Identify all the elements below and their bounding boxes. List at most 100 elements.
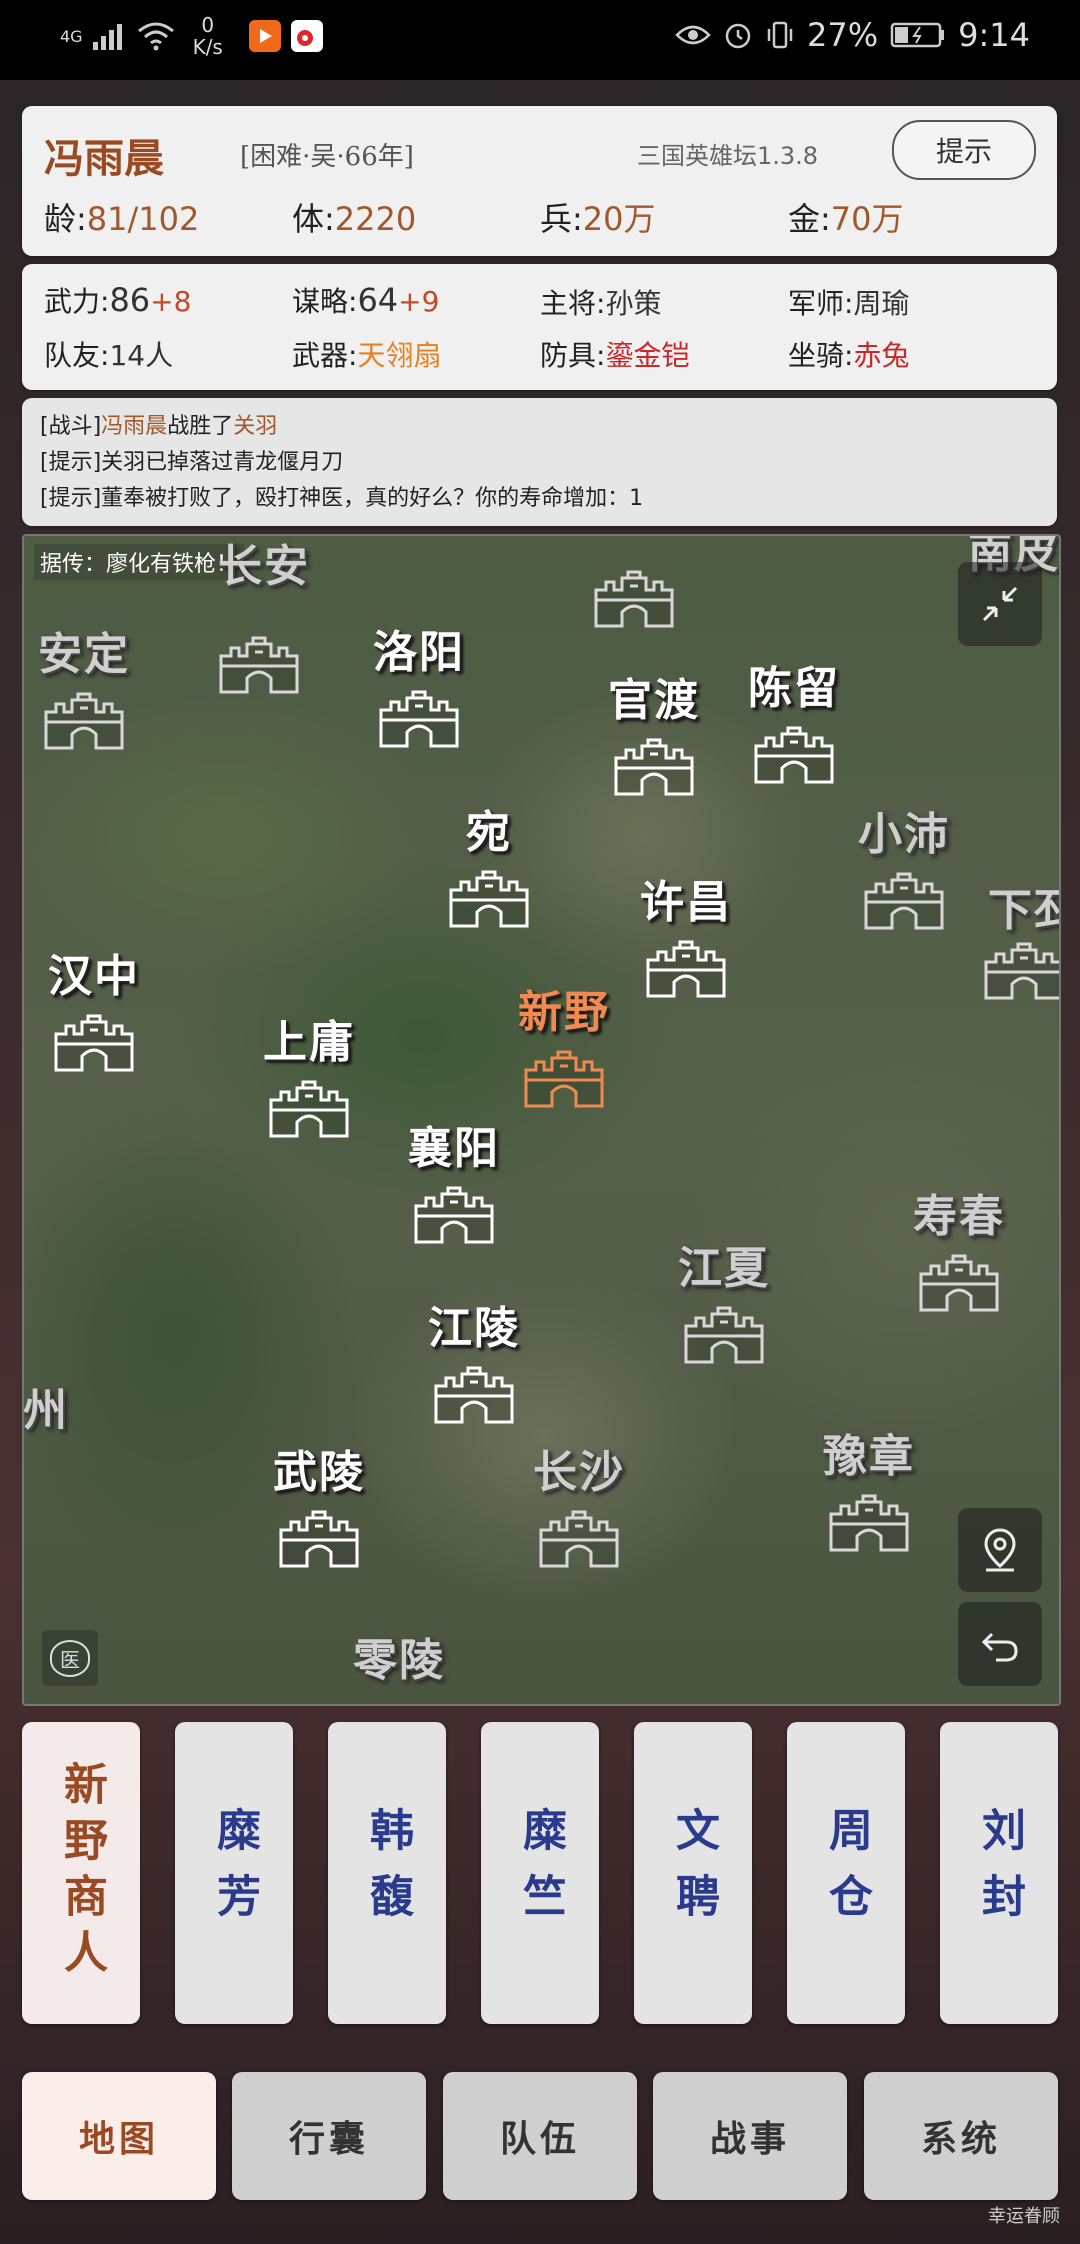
- city-yuzhang[interactable]: 豫章: [823, 1420, 915, 1552]
- signal-icon: [92, 24, 122, 50]
- age-stat: 龄:81/102: [44, 200, 200, 238]
- signal-label: 4G: [60, 26, 83, 46]
- fort-icon: [752, 724, 836, 784]
- force-stat: 武力:86+8: [44, 281, 192, 319]
- alarm-icon: [725, 23, 751, 49]
- attributes-panel: 武力:86+8 谋略:64+9 主将:孙策 军师:周瑜 队友:14人 武器:天翎…: [22, 264, 1057, 390]
- advisor-stat: 军师:周瑜: [788, 287, 910, 320]
- wifi-icon: [137, 22, 174, 51]
- city-luoyang[interactable]: 洛阳: [373, 616, 465, 748]
- npc-card[interactable]: 新野商人: [22, 1722, 140, 2024]
- gold-value: 70万: [830, 200, 904, 238]
- city-xuchang[interactable]: 许昌: [640, 866, 732, 998]
- fort-icon: [827, 1492, 911, 1552]
- npc-card[interactable]: 糜芳: [175, 1722, 293, 2024]
- city-jiangling[interactable]: 江陵: [428, 1292, 520, 1424]
- tab-team[interactable]: 队伍: [443, 2072, 637, 2200]
- fort-icon: [612, 736, 696, 796]
- npc-card[interactable]: 糜竺: [481, 1722, 599, 2024]
- locate-button[interactable]: [958, 1508, 1042, 1592]
- fort-icon: [412, 1184, 496, 1244]
- weapon-stat: 武器:天翎扇: [292, 339, 442, 372]
- city-wan[interactable]: 宛: [447, 796, 531, 928]
- npc-card[interactable]: 周仓: [787, 1722, 905, 2024]
- city-shouchun[interactable]: 寿春: [913, 1180, 1005, 1312]
- fort-icon: [277, 1508, 361, 1568]
- watermark: 幸运眷顾: [988, 2206, 1060, 2227]
- status-bar: 4G 0 K/s 27% 9:14: [0, 0, 1080, 80]
- collapse-map-button[interactable]: [958, 562, 1042, 646]
- collapse-icon: [982, 586, 1018, 622]
- soldiers-stat: 兵:20万: [540, 200, 656, 238]
- city-lingling[interactable]: 零陵: [353, 1624, 445, 1688]
- game-version: 三国英雄坛1.3.8: [637, 142, 819, 170]
- city-unnamed-top[interactable]: [592, 536, 676, 628]
- fort-icon: [522, 1048, 606, 1108]
- tab-war[interactable]: 战事: [653, 2072, 847, 2200]
- soldiers-value: 20万: [582, 200, 656, 238]
- city-wuling[interactable]: 武陵: [273, 1436, 365, 1568]
- world-map[interactable]: 据传：廖化有铁枪！ 长安 南皮 安定 洛阳 官渡 陈留 宛 小沛 下邳 许昌 汉…: [22, 534, 1061, 1706]
- city-xinye-current[interactable]: 新野: [518, 976, 610, 1108]
- tab-map[interactable]: 地图: [22, 2072, 216, 2200]
- city-anding[interactable]: 安定: [38, 618, 130, 750]
- city-shangyong[interactable]: 上庸: [263, 1006, 355, 1138]
- battery-icon: [890, 22, 945, 48]
- battery-percent: 27%: [807, 16, 879, 54]
- team-stat: 队友:14人: [44, 339, 174, 372]
- log-entry: [战斗]冯雨晨战胜了关羽: [40, 414, 278, 439]
- npc-card[interactable]: 文聘: [634, 1722, 752, 2024]
- tab-system[interactable]: 系统: [864, 2072, 1058, 2200]
- rumor-text: 据传：廖化有铁枪！: [34, 544, 245, 580]
- fort-icon: [217, 634, 301, 694]
- city-changan[interactable]: 长安: [218, 536, 310, 594]
- event-log-panel[interactable]: [战斗]冯雨晨战胜了关羽 [提示]关羽已掉落过青龙偃月刀 [提示]董奉被打败了，…: [22, 398, 1057, 526]
- city-xupi-fort[interactable]: [982, 932, 1059, 1000]
- weibo-app-icon: [290, 20, 323, 52]
- city-xiaopei[interactable]: 小沛: [858, 798, 950, 930]
- fort-icon: [682, 1304, 766, 1364]
- fort-icon: [592, 568, 676, 628]
- status-left: 4G 0 K/s: [60, 14, 323, 58]
- back-button[interactable]: [958, 1602, 1042, 1686]
- city-changan-fort[interactable]: [217, 626, 301, 694]
- difficulty-label: [困难·吴·66年]: [240, 142, 414, 172]
- city-guandu[interactable]: 官渡: [608, 664, 700, 796]
- hp-value: 2220: [334, 200, 417, 238]
- eye-icon: [675, 25, 711, 45]
- city-xupi[interactable]: 下邳: [988, 874, 1059, 938]
- clock-time: 9:14: [958, 16, 1030, 54]
- status-right: 27% 9:14: [675, 16, 1030, 54]
- strategy-stat: 谋略:64+9: [292, 281, 440, 319]
- tab-bag[interactable]: 行囊: [232, 2072, 426, 2200]
- armor-stat: 防具:鎏金铠: [540, 339, 690, 372]
- gold-stat: 金:70万: [788, 200, 904, 238]
- fort-icon: [447, 868, 531, 928]
- net-speed: 0 K/s: [192, 13, 223, 59]
- npc-card[interactable]: 刘封: [940, 1722, 1058, 2024]
- city-xiangyang[interactable]: 襄阳: [408, 1112, 500, 1244]
- mount-stat: 坐骑:赤兔: [788, 339, 910, 372]
- doctor-badge[interactable]: 医: [42, 1630, 98, 1686]
- city-jiangxia[interactable]: 江夏: [678, 1232, 770, 1364]
- city-chenliu[interactable]: 陈留: [748, 652, 840, 784]
- city-zhou-edge[interactable]: 州: [24, 1374, 69, 1438]
- npc-card[interactable]: 韩馥: [328, 1722, 446, 2024]
- fort-icon: [432, 1364, 516, 1424]
- fort-icon: [917, 1252, 1001, 1312]
- hp-stat: 体:2220: [292, 200, 417, 238]
- fort-icon: [42, 690, 126, 750]
- npc-list: 新野商人 糜芳 韩馥 糜竺 文聘 周仓 刘封: [22, 1722, 1058, 2026]
- bottom-nav: 地图 行囊 队伍 战事 系统: [22, 2072, 1058, 2200]
- player-header-panel: 冯雨晨 [困难·吴·66年] 三国英雄坛1.3.8 提示 龄:81/102 体:…: [22, 106, 1057, 256]
- city-changsha[interactable]: 长沙: [533, 1436, 625, 1568]
- fort-icon: [862, 870, 946, 930]
- location-pin-icon: [984, 1528, 1016, 1572]
- hint-button[interactable]: 提示: [892, 120, 1036, 180]
- age-value: 81/102: [86, 200, 200, 238]
- fort-icon: [537, 1508, 621, 1568]
- city-hanzhong[interactable]: 汉中: [48, 940, 140, 1072]
- general-stat: 主将:孙策: [540, 287, 662, 320]
- fort-icon: [267, 1078, 351, 1138]
- fort-icon: [377, 688, 461, 748]
